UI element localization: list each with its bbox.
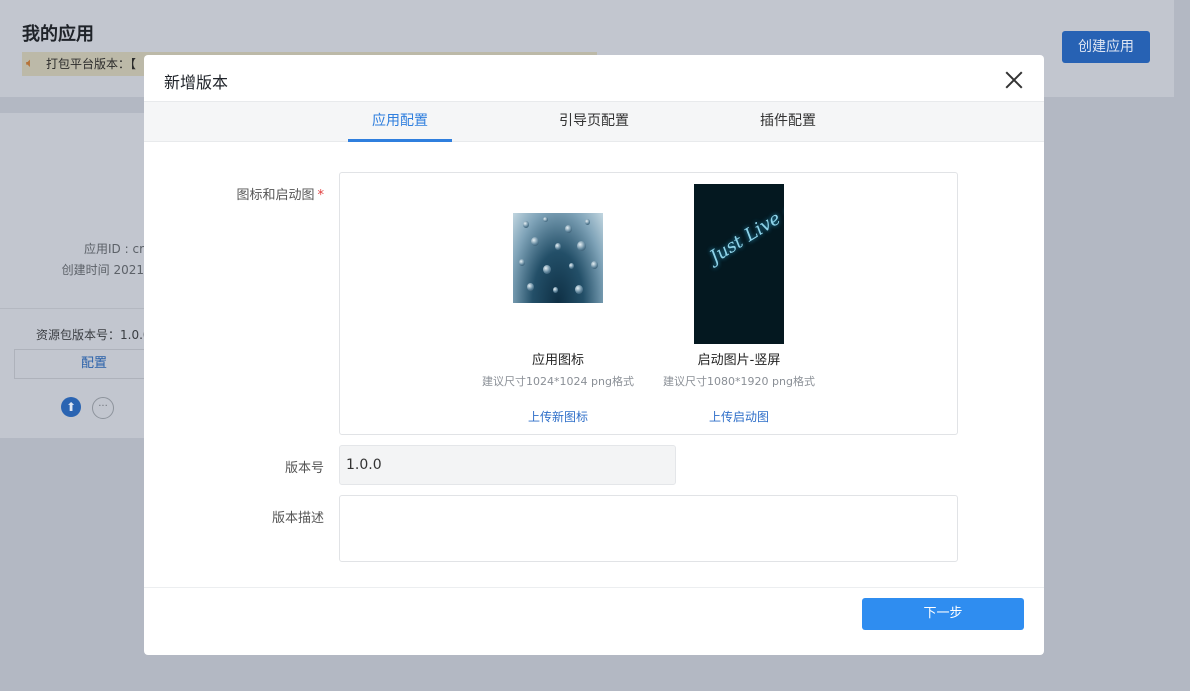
version-field[interactable] — [339, 445, 676, 485]
version-label: 版本号 — [284, 461, 324, 476]
footer-divider — [144, 587, 1044, 588]
page-title: 我的应用 — [22, 24, 94, 45]
tab-guide-config[interactable]: 引导页配置 — [544, 102, 644, 142]
splash-image: Just Live <3 — [694, 184, 784, 344]
description-label: 版本描述 — [271, 511, 324, 526]
tab-bar: 应用配置 引导页配置 插件配置 — [144, 101, 1044, 142]
upload-splash-link[interactable]: 上传启动图 — [689, 408, 789, 425]
icons-label: 图标和启动图 * — [144, 184, 324, 203]
next-step-button[interactable]: 下一步 — [862, 598, 1024, 630]
description-field[interactable] — [339, 495, 958, 562]
splash-hint: 建议尺寸1080*1920 png格式 — [663, 375, 815, 388]
new-version-dialog: 新增版本 应用配置 引导页配置 插件配置 图标和启动图 * Just Live <… — [144, 55, 1044, 655]
app-icon-hint: 建议尺寸1024*1024 png格式 — [482, 375, 634, 388]
upload-icon[interactable]: ⬆ — [61, 397, 81, 417]
icon-splash-panel: Just Live <3 应用图标 启动图片-竖屏 建议尺寸1024*1024 … — [339, 172, 958, 435]
app-icon-title: 应用图标 — [531, 353, 584, 368]
app-id: 应用ID : cr — [84, 242, 144, 256]
upload-icon-link[interactable]: 上传新图标 — [508, 408, 608, 425]
app-icon-image — [513, 213, 603, 303]
create-app-button[interactable]: 创建应用 — [1062, 31, 1150, 63]
notice-text: 打包平台版本：【 — [46, 57, 137, 71]
close-icon[interactable] — [1002, 68, 1026, 92]
icons-label-text: 图标和启动图 — [236, 188, 315, 203]
splash-title: 启动图片-竖屏 — [697, 353, 781, 368]
tab-app-config[interactable]: 应用配置 — [348, 102, 452, 142]
required-mark: * — [317, 188, 325, 203]
tab-plugin-config[interactable]: 插件配置 — [738, 102, 838, 142]
resource-version: 资源包版本号：1.0.0 — [36, 328, 151, 342]
more-icon[interactable]: ··· — [92, 397, 114, 419]
dialog-title: 新增版本 — [164, 73, 229, 92]
created-time: 创建时间 2021 — [61, 263, 144, 277]
splash-art-text: Just Live <3 — [706, 190, 784, 268]
speaker-icon: 🔈︎ — [26, 56, 34, 71]
